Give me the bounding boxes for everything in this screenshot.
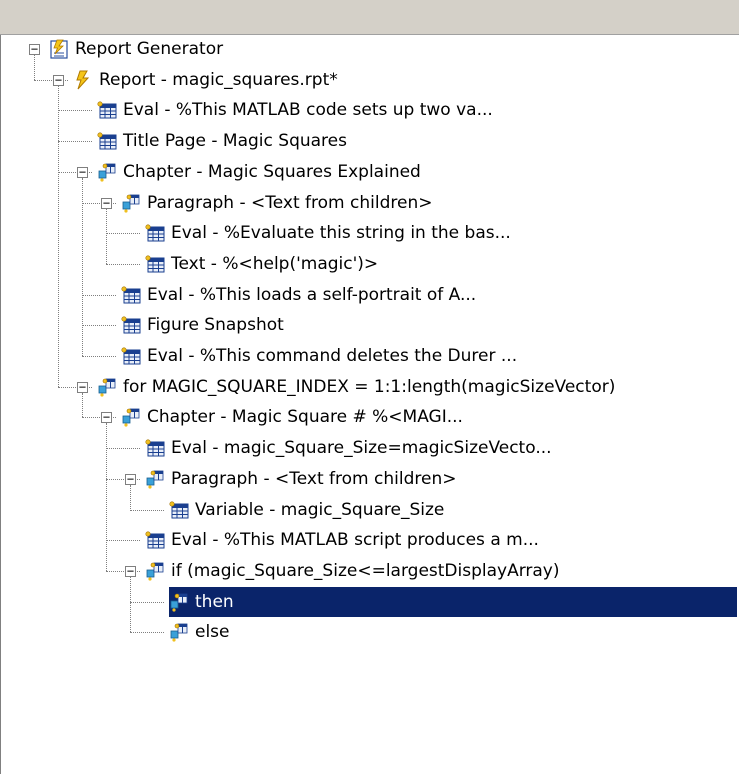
tree-node[interactable]: Paragraph - <Text from children> (120, 188, 435, 218)
tree-node-label: Report - magic_squares.rpt* (99, 69, 338, 90)
tree-node-label: Chapter - Magic Square # %<MAGI... (147, 407, 463, 428)
tree-node-label: Text - %<help('magic')> (171, 253, 379, 274)
tree-connector-horizontal (130, 509, 164, 511)
component-group-icon (120, 192, 142, 214)
tree-node-label: Eval - %Evaluate this string in the bas.… (171, 223, 511, 244)
component-group-icon (120, 406, 142, 428)
tree-node[interactable]: Title Page - Magic Squares (96, 126, 350, 156)
tree-node-label: Eval - %This loads a self-portrait of A.… (147, 284, 477, 305)
collapse-toggle-icon[interactable]: − (77, 381, 88, 393)
report-generator-icon (48, 38, 70, 60)
tree-node[interactable]: if (magic_Square_Size<=largestDisplayArr… (144, 556, 563, 586)
component-group-icon (168, 591, 190, 613)
tree-node[interactable]: Eval - %This loads a self-portrait of A.… (120, 280, 479, 310)
tree-connector-horizontal (58, 141, 92, 143)
tree-node[interactable]: Variable - magic_Square_Size (168, 495, 447, 525)
tree-connector-vertical (130, 484, 131, 510)
selection-highlight (169, 586, 737, 617)
tree-node-label: Eval - %This MATLAB script produces a m.… (171, 530, 539, 551)
collapse-toggle-icon[interactable]: − (53, 74, 64, 86)
collapse-toggle-icon[interactable]: − (29, 43, 40, 55)
tree-node[interactable]: Eval - %This MATLAB script produces a m.… (144, 525, 542, 555)
table-icon (120, 284, 142, 306)
tree-connector-horizontal (130, 632, 164, 634)
tree-connector-vertical (106, 423, 107, 571)
tree-node-label: Figure Snapshot (147, 315, 284, 336)
table-icon (96, 99, 118, 121)
table-icon (144, 222, 166, 244)
tree-connector-horizontal (82, 325, 116, 327)
table-icon (120, 345, 142, 367)
collapse-toggle-icon[interactable]: − (125, 473, 136, 485)
report-icon (72, 69, 94, 91)
report-explorer-tree[interactable]: − Report Generator − Report - magic_squares… (0, 35, 739, 774)
tree-connector-horizontal (130, 601, 164, 603)
tree-node[interactable]: else (168, 617, 233, 647)
tree-node[interactable]: Chapter - Magic Square # %<MAGI... (120, 402, 466, 432)
tree-node[interactable]: then (168, 587, 237, 617)
tree-node-label: then (195, 591, 234, 612)
tree-node-label: Chapter - Magic Squares Explained (123, 161, 421, 182)
table-icon (144, 529, 166, 551)
tree-node-label: else (195, 622, 230, 643)
collapse-toggle-icon[interactable]: − (101, 411, 112, 424)
component-group-icon (168, 621, 190, 643)
tree-node[interactable]: Eval - magic_Square_Size=magicSizeVecto.… (144, 433, 555, 463)
collapse-toggle-icon[interactable]: − (77, 166, 88, 178)
tree-node[interactable]: Figure Snapshot (120, 310, 287, 340)
tree-connector-vertical (82, 177, 83, 356)
tree-node[interactable]: Eval - %Evaluate this string in the bas.… (144, 218, 514, 248)
tree-connector-vertical (106, 208, 107, 264)
component-group-icon (96, 376, 118, 398)
tree-node-label: Variable - magic_Square_Size (195, 499, 445, 520)
component-group-icon (144, 468, 166, 490)
tree-connector-vertical (58, 85, 59, 387)
tree-connector-horizontal (82, 356, 116, 357)
tree-connector-horizontal (106, 263, 140, 265)
table-icon (96, 130, 118, 152)
tree-node[interactable]: Chapter - Magic Squares Explained (96, 157, 424, 187)
tree-node[interactable]: Eval - %This MATLAB code sets up two va.… (96, 95, 496, 125)
panel-header (0, 0, 739, 35)
table-icon (144, 253, 166, 275)
tree-node-label: for MAGIC_SQUARE_INDEX = 1:1:length(magi… (123, 376, 616, 397)
tree-node-label: Eval - %This MATLAB code sets up two va.… (123, 100, 493, 121)
tree-connector-horizontal (106, 540, 140, 542)
tree-node[interactable]: Text - %<help('magic')> (144, 249, 381, 279)
tree-node-label: Title Page - Magic Squares (123, 131, 347, 152)
tree-connector-vertical (130, 576, 131, 633)
tree-node[interactable]: for MAGIC_SQUARE_INDEX = 1:1:length(magi… (96, 372, 618, 402)
tree-connector-vertical (82, 392, 83, 418)
component-group-icon (144, 560, 166, 582)
tree-connector-vertical (34, 55, 35, 80)
tree-connector-horizontal (58, 110, 92, 112)
tree-node[interactable]: Paragraph - <Text from children> (144, 464, 459, 494)
collapse-toggle-icon[interactable]: − (101, 197, 112, 209)
tree-node-label: Paragraph - <Text from children> (171, 468, 457, 489)
tree-node[interactable]: Eval - %This command deletes the Durer .… (120, 341, 520, 371)
tree-connector-horizontal (82, 294, 116, 296)
collapse-toggle-icon[interactable]: − (125, 565, 136, 577)
component-group-icon (96, 161, 118, 183)
tree-node-label: if (magic_Square_Size<=largestDisplayArr… (171, 560, 560, 581)
tree-node-label: Paragraph - <Text from children> (147, 192, 433, 213)
table-icon (144, 437, 166, 459)
tree-node-label: Report Generator (75, 39, 224, 59)
table-icon (168, 499, 190, 521)
tree-node-label: Eval - %This command deletes the Durer .… (147, 346, 518, 366)
tree-connector-horizontal (106, 448, 140, 450)
tree-node-label: Eval - magic_Square_Size=magicSizeVecto.… (171, 438, 552, 459)
tree-node[interactable]: Report - magic_squares.rpt* (72, 65, 341, 95)
table-icon (120, 314, 142, 336)
tree-node[interactable]: Report Generator (48, 34, 226, 64)
tree-connector-horizontal (106, 233, 140, 235)
